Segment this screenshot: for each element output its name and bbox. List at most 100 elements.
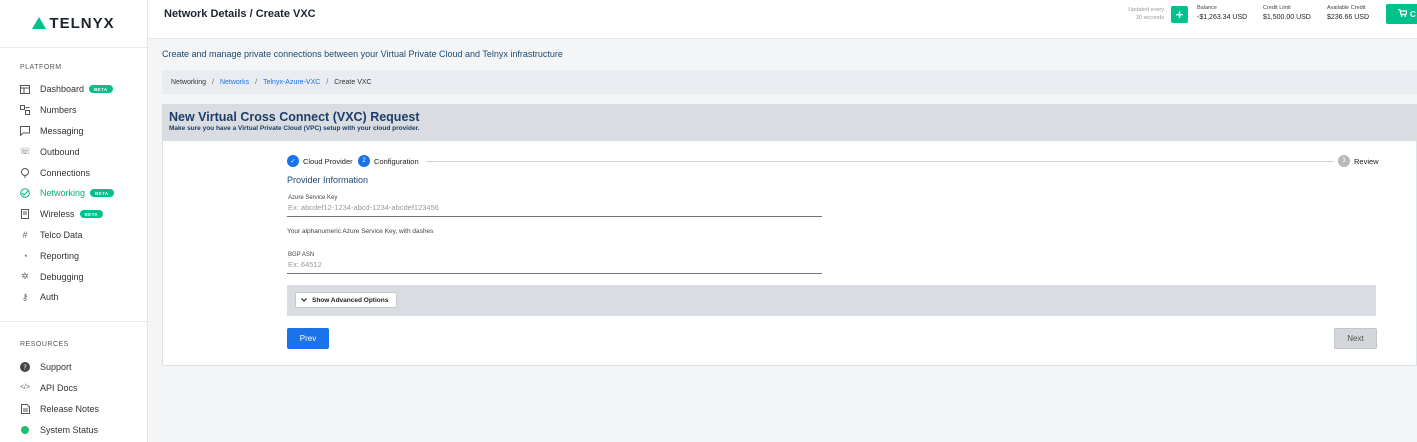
breadcrumb: Networking / Networks / Telnyx-Azure-VXC… xyxy=(162,70,1417,94)
sidebar-item-debugging[interactable]: ✲ Debugging xyxy=(0,266,147,287)
networking-icon xyxy=(20,188,30,199)
sidebar-item-connections[interactable]: Connections xyxy=(0,162,147,183)
sidebar-item-api-docs[interactable]: </> API Docs xyxy=(0,378,147,399)
sidebar-item-label: Support xyxy=(40,362,72,373)
step-label: Review xyxy=(1354,156,1379,166)
sidebar-divider xyxy=(0,320,147,322)
sidebar-item-messaging[interactable]: Messaging xyxy=(0,121,147,142)
balance-label: Balance xyxy=(1197,5,1217,11)
step-configuration[interactable]: 2 Configuration xyxy=(358,155,419,167)
show-advanced-options-button[interactable]: Show Advanced Options xyxy=(295,292,398,308)
update-line-2: 30 seconds xyxy=(1135,15,1164,21)
status-dot-icon xyxy=(20,425,30,435)
cart-label: C xyxy=(1410,9,1416,19)
numbers-icon xyxy=(20,105,30,116)
card-title: New Virtual Cross Connect (VXC) Request xyxy=(169,110,420,124)
hash-icon: # xyxy=(22,229,28,240)
credit-limit-stat: Credit Limit $1,500.00 USD xyxy=(1263,5,1311,21)
cart-button[interactable]: C xyxy=(1386,4,1417,24)
sidebar-item-release-notes[interactable]: Release Notes xyxy=(0,398,147,419)
sidebar-item-system-status[interactable]: System Status xyxy=(0,419,147,440)
available-credit-label: Available Credit xyxy=(1327,5,1366,11)
sidebar-item-support[interactable]: ? Support xyxy=(0,357,147,378)
logo-mark-icon xyxy=(32,16,47,29)
provider-information-title: Provider Information xyxy=(287,175,369,185)
code-icon: </> xyxy=(19,384,31,392)
credit-limit-value: $1,500.00 USD xyxy=(1263,14,1311,21)
platform-section-title: PLATFORM xyxy=(20,64,62,71)
bgp-asn-input[interactable] xyxy=(287,258,822,273)
balance-stat: Balance -$1,263.34 USD xyxy=(1197,5,1247,21)
top-header: Network Details / Create VXC Updated eve… xyxy=(148,0,1417,39)
sidebar-item-outbound[interactable]: ☏ Outbound xyxy=(0,141,147,162)
breadcrumb-separator: / xyxy=(255,78,258,86)
step-number: 2 xyxy=(358,155,370,167)
azure-service-key-helper: Your alphanumeric Azure Service Key, wit… xyxy=(287,228,434,235)
sidebar-item-label: Debugging xyxy=(40,271,84,282)
step-label: Configuration xyxy=(374,156,419,166)
available-credit-stat: Available Credit $236.66 USD xyxy=(1327,5,1369,21)
step-review[interactable]: 3 Review xyxy=(1338,155,1379,167)
telnyx-logo[interactable]: TELNYX xyxy=(0,0,147,48)
sidebar-item-label: Wireless xyxy=(40,209,75,220)
balance-value: -$1,263.34 USD xyxy=(1197,14,1248,21)
resources-section-title: RESOURCES xyxy=(20,340,69,348)
page-intro: Create and manage private connections be… xyxy=(162,49,563,59)
azure-service-key-input[interactable] xyxy=(287,201,822,216)
add-funds-button[interactable]: + xyxy=(1171,6,1188,23)
sidebar-item-networking[interactable]: Networking BETA xyxy=(0,183,147,204)
help-icon: ? xyxy=(20,362,30,373)
breadcrumb-networks[interactable]: Networks xyxy=(220,79,249,86)
update-interval-note: Updated every 30 seconds xyxy=(1120,6,1164,22)
breadcrumb-networking[interactable]: Networking xyxy=(171,79,206,86)
message-icon xyxy=(20,125,30,136)
connections-icon xyxy=(20,167,30,178)
sidebar-item-wireless[interactable]: Wireless BETA xyxy=(0,204,147,225)
vxc-card-header: New Virtual Cross Connect (VXC) Request … xyxy=(162,104,1417,141)
step-label: Cloud Provider xyxy=(303,156,353,166)
cart-icon xyxy=(1398,8,1408,19)
page-title: Network Details / Create VXC xyxy=(164,8,316,20)
beta-badge: BETA xyxy=(89,85,113,94)
sidebar-item-label: Auth xyxy=(40,292,59,303)
sidebar-item-label: Messaging xyxy=(40,125,84,136)
beta-badge: BETA xyxy=(79,210,104,219)
next-button[interactable]: Next xyxy=(1334,328,1377,349)
card-subtitle: Make sure you have a Virtual Private Clo… xyxy=(169,125,420,132)
update-line-1: Updated every xyxy=(1128,7,1164,13)
sidebar-item-label: System Status xyxy=(40,424,99,435)
sidebar-item-numbers[interactable]: Numbers xyxy=(0,100,147,121)
svg-text:?: ? xyxy=(23,364,27,372)
chevron-down-icon xyxy=(301,297,307,304)
bgp-asn-field: BGP ASN xyxy=(287,252,822,274)
document-icon xyxy=(20,403,30,414)
breadcrumb-create-vxc: Create VXC xyxy=(334,78,372,86)
key-icon: ⚷ xyxy=(21,291,29,302)
available-credit-value: $236.66 USD xyxy=(1327,14,1370,21)
sidebar-item-dashboard[interactable]: Dashboard BETA xyxy=(0,79,147,100)
advanced-options-label: Show Advanced Options xyxy=(312,296,389,304)
breadcrumb-telnyx-azure-vxc[interactable]: Telnyx-Azure-VXC xyxy=(263,79,320,86)
prev-button[interactable]: Prev xyxy=(287,328,329,349)
sidebar-item-reporting[interactable]: ◔ Reporting xyxy=(0,245,147,266)
stepper-connector xyxy=(426,161,1334,162)
sidebar-item-label: Dashboard xyxy=(40,84,85,95)
sidebar-item-label: Networking xyxy=(40,188,86,199)
sidebar-item-label: API Docs xyxy=(40,382,78,393)
azure-service-key-field: Azure Service Key xyxy=(287,195,822,217)
sidebar-item-label: Outbound xyxy=(40,146,80,157)
step-cloud-provider[interactable]: ✓ Cloud Provider xyxy=(287,155,353,167)
sidebar-item-label: Release Notes xyxy=(40,403,100,414)
advanced-options-bar: Show Advanced Options xyxy=(287,285,1376,316)
sidebar-item-label: Numbers xyxy=(40,105,77,116)
pie-chart-icon: ◔ xyxy=(22,250,28,261)
check-icon: ✓ xyxy=(287,155,299,167)
sidebar-item-auth[interactable]: ⚷ Auth xyxy=(0,287,147,308)
sidebar-item-label: Connections xyxy=(40,167,91,178)
wireless-icon xyxy=(20,209,30,220)
phone-icon: ☏ xyxy=(19,146,31,157)
step-number: 3 xyxy=(1338,155,1350,167)
sidebar-item-telco-data[interactable]: # Telco Data xyxy=(0,225,147,246)
credit-limit-label: Credit Limit xyxy=(1263,5,1291,11)
beta-badge: BETA xyxy=(90,189,114,198)
